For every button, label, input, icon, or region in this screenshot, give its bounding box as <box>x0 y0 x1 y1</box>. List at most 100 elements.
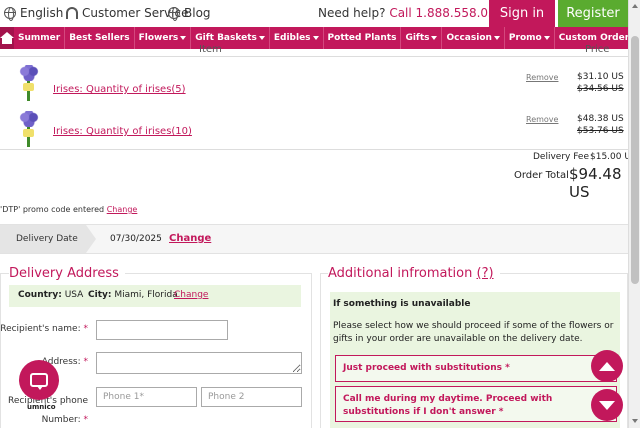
sign-in-button[interactable]: Sign in <box>489 0 555 27</box>
main-nav: Summer Best Sellers Flowers Gift Baskets Edi… <box>0 27 635 49</box>
nav-item-label: Edibles <box>273 33 311 43</box>
chat-widget-button[interactable] <box>19 360 59 400</box>
order-total-label: Order Total <box>514 170 569 181</box>
arrow-up-icon <box>599 361 615 371</box>
help-text: Need help? Call 1.888.558.0535 <box>318 6 511 20</box>
nav-item-edibles[interactable]: Edibles <box>270 27 324 49</box>
delivery-date-bar: Delivery Date 07/30/2025 Change <box>0 224 630 254</box>
additional-info-title: Additional infromation (?) <box>328 266 500 281</box>
help-label: Need help? <box>318 6 386 20</box>
option-call-me[interactable]: Call me during my daytime. Proceed with … <box>335 386 617 422</box>
recipient-name-label: Recipient's name: * <box>0 324 88 334</box>
scrollbar-down-arrow-icon[interactable] <box>632 419 638 423</box>
recipient-name-label-text: Recipient's name: <box>0 324 81 334</box>
nav-item-gifts[interactable]: Gifts <box>401 27 443 49</box>
delivery-fee-label: Delivery Fee <box>533 152 589 162</box>
item-old-price: $34.56 US <box>577 84 624 94</box>
nav-item-label: Custom Order <box>558 33 630 43</box>
scrollbar-up-arrow-icon[interactable] <box>632 4 638 8</box>
city-value: Miami, Florida <box>114 290 178 300</box>
required-mark: * <box>83 324 89 334</box>
chevron-down-icon <box>431 36 438 40</box>
nav-item-best-sellers[interactable]: Best Sellers <box>65 27 135 49</box>
home-button[interactable] <box>0 27 14 49</box>
location-summary: Country: USA City: Miami, Florida Change <box>9 285 301 307</box>
nav-item-promo[interactable]: Promo <box>505 27 555 49</box>
additional-info-help-link[interactable]: (?) <box>477 266 494 281</box>
delivery-address-title: Delivery Address <box>9 266 125 281</box>
nav-item-occasion[interactable]: Occasion <box>442 27 505 49</box>
chevron-down-icon <box>543 36 550 40</box>
language-link[interactable]: English <box>4 6 64 21</box>
chevron-down-icon <box>258 36 265 40</box>
top-bar: English Customer Service Blog Need help?… <box>0 0 640 27</box>
blog-label: Blog <box>184 6 211 20</box>
remove-link[interactable]: Remove <box>526 73 558 82</box>
required-mark: * <box>83 357 89 367</box>
location-change-link[interactable]: Change <box>174 290 208 300</box>
nav-item-summer[interactable]: Summer <box>14 27 66 49</box>
nav-item-label: Summer <box>18 33 61 43</box>
city-label: City: <box>88 290 112 300</box>
phone1-input[interactable] <box>96 387 197 407</box>
nav-items: Summer Best Sellers Flowers Gift Baskets Edi… <box>14 27 635 49</box>
unavailable-description: Please select how we should proceed if s… <box>333 321 614 344</box>
nav-item-label: Occasion <box>446 33 492 43</box>
nav-item-label: Flowers <box>138 33 179 43</box>
recipient-name-input[interactable] <box>96 320 228 340</box>
required-mark: * <box>83 415 89 425</box>
cart-table: Irises: Quantity of irises(5) Remove $31… <box>0 56 630 150</box>
delivery-date-change-link[interactable]: Change <box>169 233 211 244</box>
iris-bouquet-image <box>16 65 42 101</box>
nav-item-label: Gifts <box>405 33 430 43</box>
scroll-up-button[interactable] <box>591 350 623 382</box>
delivery-date-value: 07/30/2025 <box>110 234 162 244</box>
unavailable-heading: If something is unavailable <box>333 299 471 309</box>
blog-link[interactable]: Blog <box>168 6 211 21</box>
arrow-down-icon <box>599 400 615 410</box>
nav-item-label: Gift Baskets <box>195 33 257 43</box>
nav-item-label: Best Sellers <box>69 33 130 43</box>
headset-icon <box>66 7 78 19</box>
remove-link[interactable]: Remove <box>526 115 558 124</box>
phone-label-line2: Number: <box>41 415 81 425</box>
table-row: Irises: Quantity of irises(5) Remove $31… <box>0 61 630 107</box>
item-name-link[interactable]: Irises: Quantity of irises(5) <box>53 84 186 95</box>
nav-item-label: Promo <box>508 33 542 43</box>
chat-brand-label: umnico <box>27 403 56 411</box>
additional-info-title-text: Additional infromation <box>328 266 473 281</box>
phone2-input[interactable] <box>201 387 302 407</box>
promo-text: 'DTP' promo code entered <box>0 205 105 214</box>
language-label: English <box>20 6 64 20</box>
column-header-price: Price <box>585 44 610 55</box>
nav-item-label: Potted Plants <box>327 33 397 43</box>
globe-icon <box>4 7 16 21</box>
register-button[interactable]: Register <box>558 0 628 27</box>
option-proceed-substitutions[interactable]: Just proceed with substitutions * <box>335 355 617 382</box>
scroll-down-button[interactable] <box>591 389 623 421</box>
unavailable-panel: If something is unavailable Please selec… <box>330 292 620 428</box>
column-header-item: Item <box>199 44 222 55</box>
table-row: Irises: Quantity of irises(10) Remove $4… <box>0 107 630 153</box>
country-value: USA <box>64 290 84 300</box>
item-price: $31.10 US <box>577 72 624 82</box>
chevron-down-icon <box>180 36 187 40</box>
home-icon <box>0 32 14 44</box>
chevron-down-icon <box>493 36 500 40</box>
promo-change-link[interactable]: Change <box>107 205 138 214</box>
chat-bubble-icon <box>30 373 48 390</box>
scrollbar-thumb[interactable] <box>631 36 639 284</box>
vertical-scrollbar[interactable] <box>628 0 640 428</box>
item-price: $48.38 US <box>577 114 624 124</box>
nav-item-potted-plants[interactable]: Potted Plants <box>324 27 402 49</box>
nav-item-flowers[interactable]: Flowers <box>135 27 192 49</box>
delivery-date-label: Delivery Date <box>0 225 96 253</box>
item-old-price: $53.76 US <box>577 126 624 136</box>
globe-icon <box>168 7 180 21</box>
chevron-down-icon <box>312 36 319 40</box>
address-input[interactable] <box>96 352 302 374</box>
iris-bouquet-image <box>16 111 42 147</box>
country-label: Country: <box>18 290 62 300</box>
item-name-link[interactable]: Irises: Quantity of irises(10) <box>53 126 192 137</box>
promo-note: 'DTP' promo code entered Change <box>0 205 137 214</box>
